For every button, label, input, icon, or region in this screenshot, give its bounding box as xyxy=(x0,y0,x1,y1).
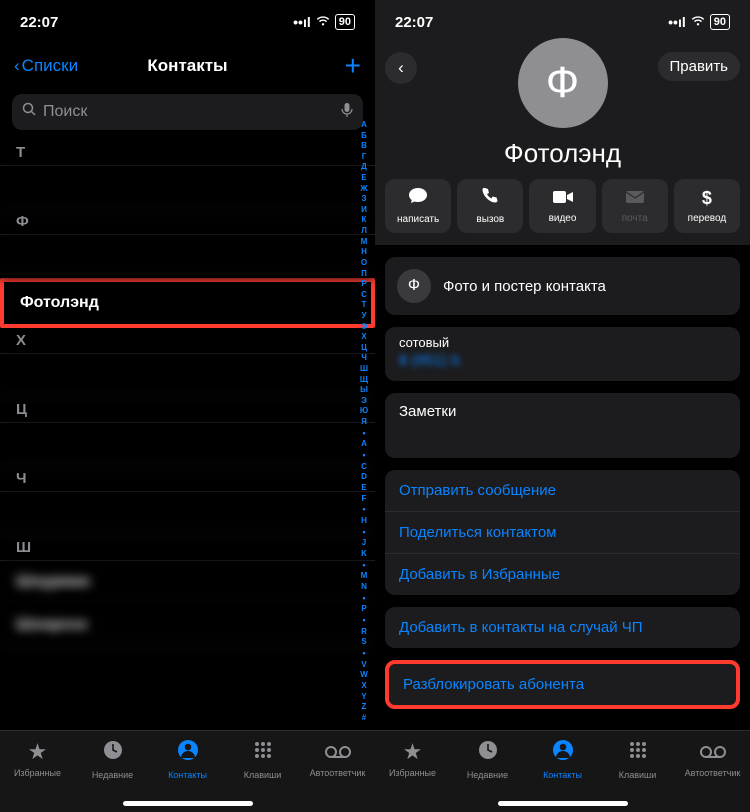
add-favorite-link[interactable]: Добавить в Избранные xyxy=(385,554,740,595)
share-contact-link[interactable]: Поделиться контактом xyxy=(385,512,740,554)
actions-group-2: Добавить в контакты на случай ЧП xyxy=(385,607,740,648)
avatar-small: Ф xyxy=(397,269,431,303)
list-item[interactable] xyxy=(0,492,375,535)
list-item[interactable] xyxy=(0,354,375,397)
unblock-card: Разблокировать абонента xyxy=(385,660,740,709)
video-button[interactable]: видео xyxy=(529,179,595,233)
call-button[interactable]: вызов xyxy=(457,179,523,233)
voicemail-icon xyxy=(325,739,351,765)
alphabet-index[interactable]: АБВГДЕЖЗИКЛМНОПРСТУФХЦЧШЩЫЭЮЯ•A•CDEF•H•J… xyxy=(357,120,371,722)
wifi-icon xyxy=(690,14,706,30)
keypad-icon xyxy=(252,739,274,767)
tab-contacts[interactable]: Контакты xyxy=(525,739,600,780)
voicemail-icon xyxy=(700,739,726,765)
edit-button[interactable]: Править xyxy=(658,52,741,81)
tab-keypad[interactable]: Клавиши xyxy=(225,739,300,780)
contact-header: 22:07 ••ıl 90 ‹ Править Ф Фотолэнд напис… xyxy=(375,0,750,245)
add-contact-button[interactable]: + xyxy=(345,50,361,82)
notes-field[interactable]: Заметки xyxy=(385,393,740,458)
phone-type-label: сотовый xyxy=(399,335,726,350)
contact-details[interactable]: Ф Фото и постер контакта сотовый 8 (951)… xyxy=(375,245,750,730)
tab-contacts[interactable]: Контакты xyxy=(150,739,225,780)
phone-icon xyxy=(481,187,499,210)
status-indicators: ••ıl 90 xyxy=(293,14,355,30)
search-icon xyxy=(22,102,37,122)
nav-bar: ‹ Списки Контакты + xyxy=(0,44,375,88)
phone-field[interactable]: сотовый 8 (951) 0. xyxy=(385,327,740,381)
unblock-link[interactable]: Разблокировать абонента xyxy=(389,664,736,705)
clock-icon xyxy=(102,739,124,767)
add-emergency-link[interactable]: Добавить в контакты на случай ЧП xyxy=(385,607,740,648)
back-button[interactable]: ‹ xyxy=(385,52,417,84)
status-bar: 22:07 ••ıl 90 xyxy=(0,0,375,44)
home-indicator[interactable] xyxy=(123,801,253,806)
search-placeholder: Поиск xyxy=(43,103,87,121)
photo-poster-row[interactable]: Ф Фото и постер контакта xyxy=(385,257,740,315)
cellular-icon: ••ıl xyxy=(668,14,686,30)
tab-recent[interactable]: Недавние xyxy=(75,739,150,780)
list-item[interactable] xyxy=(0,423,375,466)
tab-voicemail[interactable]: Автоответчик xyxy=(675,739,750,778)
star-icon: ★ xyxy=(403,739,423,765)
video-icon xyxy=(552,188,574,209)
section-header: Ф xyxy=(0,209,375,235)
avatar[interactable]: Ф xyxy=(518,38,608,128)
contacts-list-screen: 22:07 ••ıl 90 ‹ Списки Контакты + Поиск … xyxy=(0,0,375,812)
section-header: Т xyxy=(0,140,375,166)
list-item[interactable]: Шоурман xyxy=(0,561,375,604)
section-header: Ц xyxy=(0,397,375,423)
status-time: 22:07 xyxy=(395,14,433,31)
battery-indicator: 90 xyxy=(710,14,730,30)
home-indicator[interactable] xyxy=(498,801,628,806)
keypad-icon xyxy=(627,739,649,767)
star-icon: ★ xyxy=(28,739,48,765)
dollar-icon: $ xyxy=(702,188,712,209)
contact-detail-screen: 22:07 ••ıl 90 ‹ Править Ф Фотолэнд напис… xyxy=(375,0,750,812)
chevron-left-icon: ‹ xyxy=(14,56,20,76)
section-header: Ч xyxy=(0,466,375,492)
wifi-icon xyxy=(315,14,331,30)
tab-favorites[interactable]: ★ Избранные xyxy=(375,739,450,778)
page-title: Контакты xyxy=(147,56,227,76)
person-icon xyxy=(552,739,574,767)
tab-bar: ★ Избранные Недавние Контакты Клавиши xyxy=(375,730,750,812)
clock-icon xyxy=(477,739,499,767)
search-input[interactable]: Поиск xyxy=(12,94,363,130)
cellular-icon: ••ıl xyxy=(293,14,311,30)
tab-voicemail[interactable]: Автоответчик xyxy=(300,739,375,778)
tab-recent[interactable]: Недавние xyxy=(450,739,525,780)
tab-keypad[interactable]: Клавиши xyxy=(600,739,675,780)
send-message-link[interactable]: Отправить сообщение xyxy=(385,470,740,512)
quick-actions: написать вызов видео почта xyxy=(375,169,750,233)
tab-bar: ★ Избранные Недавние Контакты Клавиши xyxy=(0,730,375,812)
actions-group-1: Отправить сообщение Поделиться контактом… xyxy=(385,470,740,595)
mail-icon xyxy=(625,188,645,209)
section-header: Ш xyxy=(0,535,375,561)
contact-name: Фотолэнд xyxy=(504,138,621,169)
back-button[interactable]: ‹ Списки xyxy=(14,56,78,76)
list-item-fotoland[interactable]: Фотолэнд xyxy=(0,278,375,328)
phone-number: 8 (951) 0. xyxy=(399,352,726,369)
pay-button[interactable]: $ перевод xyxy=(674,179,740,233)
contacts-list[interactable]: Т Ф Фотолэнд Х Ц Ч Ш Шоурман Шонроэз xyxy=(0,140,375,730)
message-button[interactable]: написать xyxy=(385,179,451,233)
section-header: Х xyxy=(0,328,375,354)
message-icon xyxy=(408,187,428,210)
status-indicators: ••ıl 90 xyxy=(668,14,730,30)
mail-button: почта xyxy=(602,179,668,233)
status-time: 22:07 xyxy=(20,14,58,31)
tab-favorites[interactable]: ★ Избранные xyxy=(0,739,75,778)
list-item[interactable] xyxy=(0,166,375,209)
battery-indicator: 90 xyxy=(335,14,355,30)
mic-icon[interactable] xyxy=(341,102,353,123)
list-item[interactable]: Шонроэз xyxy=(0,604,375,647)
person-icon xyxy=(177,739,199,767)
list-item[interactable] xyxy=(0,235,375,278)
